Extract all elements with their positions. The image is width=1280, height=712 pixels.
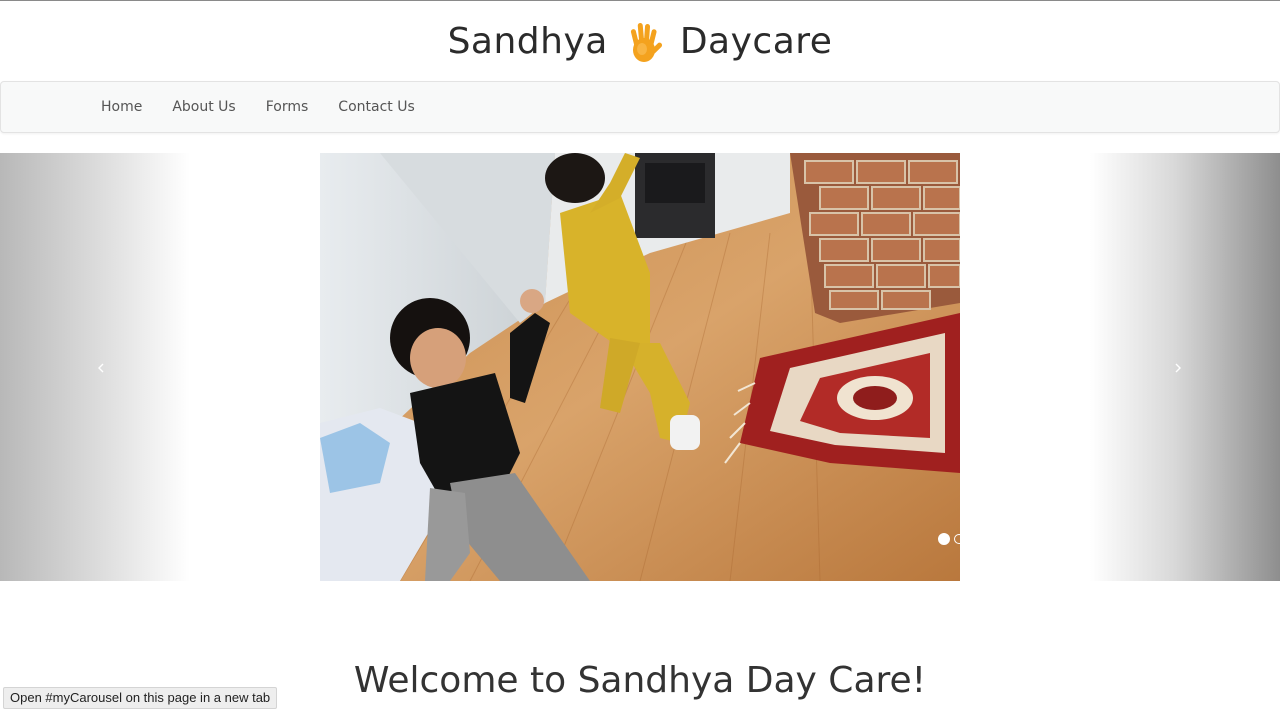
page: Sandhya Daycare Home About Us Forms Cont…	[0, 0, 1280, 712]
brand-name-second: Daycare	[679, 20, 833, 62]
carousel-slide-image	[320, 153, 960, 581]
hand-icon	[620, 17, 668, 65]
nav-item-home[interactable]: Home	[86, 82, 157, 132]
site-header: Sandhya Daycare	[0, 1, 1280, 81]
nav-item-about-us[interactable]: About Us	[157, 82, 250, 132]
chevron-left-icon	[98, 363, 104, 373]
carousel-prev-button[interactable]	[0, 153, 190, 581]
main-navbar: Home About Us Forms Contact Us	[0, 81, 1280, 133]
nav-list: Home About Us Forms Contact Us	[86, 82, 430, 132]
link-status-tooltip: Open #myCarousel on this page in a new t…	[3, 687, 278, 709]
brand-logo[interactable]: Sandhya Daycare	[448, 17, 833, 65]
carousel-indicator-1[interactable]	[938, 533, 950, 545]
carousel-indicator-2[interactable]	[954, 534, 960, 544]
carousel-next-button[interactable]	[1090, 153, 1280, 581]
nav-item-forms[interactable]: Forms	[251, 82, 324, 132]
chevron-right-icon	[1175, 363, 1181, 373]
carousel	[0, 153, 1280, 581]
brand-name-first: Sandhya	[447, 20, 608, 62]
nav-item-contact-us[interactable]: Contact Us	[323, 82, 429, 132]
carousel-indicators	[938, 533, 960, 545]
